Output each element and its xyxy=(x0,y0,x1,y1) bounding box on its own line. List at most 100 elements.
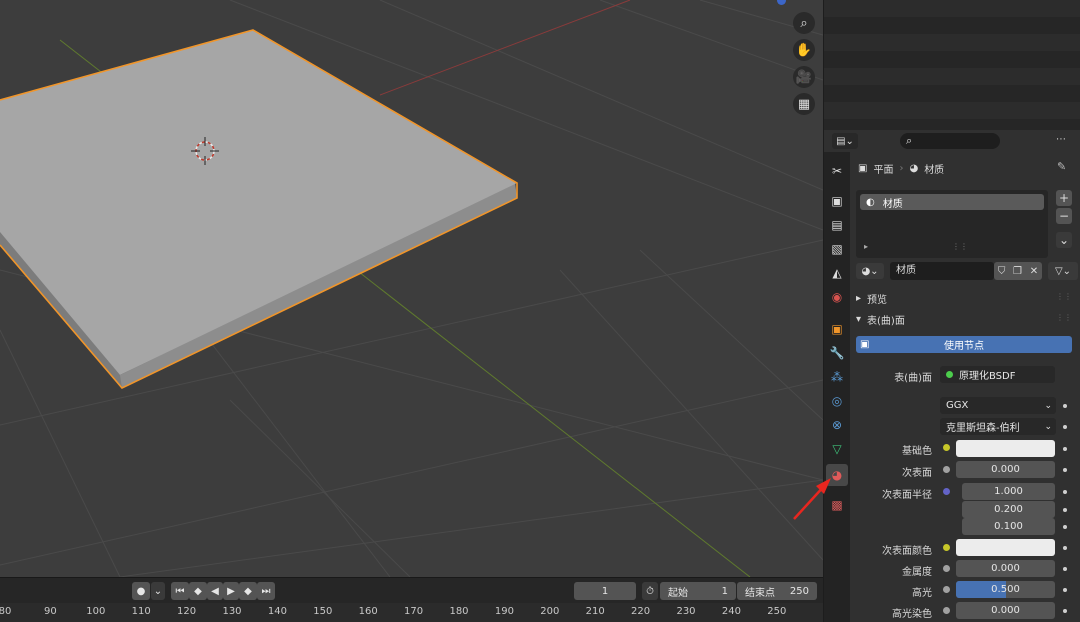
link-mode-icon[interactable]: ▽⌄ xyxy=(1048,262,1078,280)
keyframe-dot[interactable] xyxy=(1063,567,1067,571)
keyframe-dropdown-icon[interactable]: ⌄ xyxy=(151,582,165,600)
specular-value: 0.500 xyxy=(991,584,1020,595)
value-socket-icon[interactable] xyxy=(943,607,950,614)
world-icon[interactable]: ◉ xyxy=(826,286,848,308)
object-data-icon[interactable]: ▽ xyxy=(826,438,848,460)
zoom-icon[interactable]: ⌕ xyxy=(793,12,815,34)
end-frame-label: 结束点 xyxy=(745,587,775,599)
metallic-label: 金属度 xyxy=(902,567,932,578)
browse-material-icon[interactable]: ◕⌄ xyxy=(856,263,884,279)
color-socket-icon[interactable] xyxy=(943,444,950,451)
ruler-tick: 160 xyxy=(358,606,378,617)
keyframe-dot[interactable] xyxy=(1063,525,1067,529)
keyframe-dot[interactable] xyxy=(1063,588,1067,592)
expand-arrow-icon[interactable]: ▸ xyxy=(864,242,868,251)
keyframe-dot[interactable] xyxy=(1063,468,1067,472)
pin-icon[interactable]: ✎ xyxy=(1057,160,1066,173)
timeline: ● ⌄ ⏮ ◆ ◀ ▶ ◆ ⏭ 1 ⏱ 起始 1 结束点 250 80 90 100… xyxy=(0,577,823,622)
subsurface-method-select[interactable]: 克里斯坦森-伯利 ⌄ xyxy=(940,418,1056,435)
hand-pan-icon[interactable]: ✋ xyxy=(793,39,815,61)
keyframe-dot[interactable] xyxy=(1063,425,1067,429)
physics-icon[interactable]: ◎ xyxy=(826,390,848,412)
keyframe-dot[interactable] xyxy=(1063,546,1067,550)
search-icon: ⌕ xyxy=(906,134,913,147)
properties-tabs: ✂ ▣ ▤ ▧ ◭ ◉ ▣ 🔧 ⁂ ◎ ⊗ ▽ ◕ ▩ xyxy=(824,152,850,622)
end-frame-field[interactable]: 结束点 250 xyxy=(737,582,817,600)
panel-drag-icon[interactable]: ⋮⋮ xyxy=(1056,313,1072,322)
vector-socket-icon[interactable] xyxy=(943,488,950,495)
metallic-field[interactable]: 0.000 xyxy=(956,560,1055,577)
fake-user-shield-icon[interactable]: ⛉ xyxy=(998,266,1006,277)
material-name-field[interactable]: 材质 xyxy=(890,262,994,280)
modifier-icon[interactable]: 🔧 xyxy=(826,342,848,364)
current-frame-field[interactable]: 1 xyxy=(574,582,636,600)
subsurface-radius-x[interactable]: 1.000 xyxy=(962,483,1055,500)
surface-shader-field[interactable]: 原理化BSDF xyxy=(940,366,1055,383)
value-socket-icon[interactable] xyxy=(943,586,950,593)
distribution-select[interactable]: GGX ⌄ xyxy=(940,397,1056,414)
3d-viewport[interactable]: ⌕ ✋ 🎥 ▦ xyxy=(0,0,823,577)
specular-slider[interactable]: 0.500 xyxy=(956,581,1055,598)
node-tree-icon: ▣ xyxy=(860,339,870,350)
slot-specials-icon[interactable]: ⌄ xyxy=(1056,232,1072,248)
panel-drag-icon[interactable]: ⋮⋮ xyxy=(1056,292,1072,301)
texture-icon[interactable]: ▩ xyxy=(826,494,848,516)
jump-next-key-icon[interactable]: ◆ xyxy=(239,582,257,600)
keyframe-dot[interactable] xyxy=(1063,404,1067,408)
subsurface-radius-z[interactable]: 0.100 xyxy=(962,518,1055,535)
scene-icon[interactable]: ◭ xyxy=(826,262,848,284)
remove-slot-icon[interactable]: − xyxy=(1056,208,1072,224)
view-layer-icon[interactable]: ▧ xyxy=(826,238,848,260)
subsurface-color-swatch[interactable] xyxy=(956,539,1055,556)
preview-panel-header[interactable]: ▸ 预览 xyxy=(850,288,1080,308)
frame-ruler[interactable]: 80 90 100 110 120 130 140 150 160 170 180 190 200 210… xyxy=(0,603,823,622)
material-slot[interactable]: ◐ 材质 xyxy=(860,194,1044,210)
jump-end-icon[interactable]: ⏭ xyxy=(257,582,275,600)
constraints-icon[interactable]: ⊗ xyxy=(826,414,848,436)
play-icon[interactable]: ▶ xyxy=(223,582,239,600)
start-frame-field[interactable]: 起始 1 xyxy=(660,582,736,600)
camera-icon[interactable]: 🎥 xyxy=(793,66,815,88)
tool-icon[interactable]: ✂ xyxy=(826,160,848,182)
keyframe-dot[interactable] xyxy=(1063,508,1067,512)
base-color-swatch[interactable] xyxy=(956,440,1055,457)
color-socket-icon[interactable] xyxy=(943,544,950,551)
subsurface-field[interactable]: 0.000 xyxy=(956,461,1055,478)
add-slot-icon[interactable]: + xyxy=(1056,190,1072,206)
duplicate-material-icon[interactable]: ❐ xyxy=(1013,266,1022,277)
jump-start-icon[interactable]: ⏮ xyxy=(171,582,189,600)
material-slot-list[interactable]: ◐ 材质 ▸ ⋮⋮ xyxy=(856,190,1048,258)
preview-range-icon[interactable]: ⏱ xyxy=(642,582,658,600)
playback-controls: ● ⌄ ⏮ ◆ ◀ ▶ ◆ ⏭ 1 ⏱ 起始 1 结束点 250 xyxy=(0,582,823,602)
editor-type-icon[interactable]: ▤⌄ xyxy=(832,133,858,149)
use-nodes-button[interactable]: ▣ 使用节点 xyxy=(856,336,1072,353)
material-sphere-icon: ◕ xyxy=(909,162,919,174)
keyframe-dot[interactable] xyxy=(1063,490,1067,494)
grid-view-icon[interactable]: ▦ xyxy=(793,93,815,115)
value-socket-icon[interactable] xyxy=(943,565,950,572)
particles-icon[interactable]: ⁂ xyxy=(826,366,848,388)
value-socket-icon[interactable] xyxy=(943,466,950,473)
jump-prev-key-icon[interactable]: ◆ xyxy=(189,582,207,600)
resize-handle-icon[interactable]: ⋮⋮ xyxy=(952,242,968,251)
keyframe-record-icon[interactable]: ● xyxy=(132,582,150,600)
subsurface-radius-y[interactable]: 0.200 xyxy=(962,501,1055,518)
object-icon[interactable]: ▣ xyxy=(826,318,848,340)
use-nodes-label: 使用节点 xyxy=(944,341,984,352)
play-reverse-icon[interactable]: ◀ xyxy=(207,582,223,600)
unlink-material-icon[interactable]: ✕ xyxy=(1030,266,1038,277)
keyframe-dot[interactable] xyxy=(1063,609,1067,613)
specular-tint-field[interactable]: 0.000 xyxy=(956,602,1055,619)
surface-panel-header[interactable]: ▾ 表(曲)面 xyxy=(850,309,1080,329)
subsurface-label: 次表面 xyxy=(902,468,932,479)
outliner[interactable] xyxy=(824,0,1080,136)
specular-tint-label: 高光染色 xyxy=(892,609,932,620)
options-dots-icon[interactable]: ⋯ xyxy=(1056,134,1066,145)
search-input[interactable]: ⌕ xyxy=(900,133,1000,149)
render-icon[interactable]: ▣ xyxy=(826,190,848,212)
material-actions: ⛉ ❐ ✕ xyxy=(994,262,1042,280)
ruler-tick: 150 xyxy=(313,606,333,617)
output-icon[interactable]: ▤ xyxy=(826,214,848,236)
keyframe-dot[interactable] xyxy=(1063,447,1067,451)
material-icon[interactable]: ◕ xyxy=(826,464,848,486)
